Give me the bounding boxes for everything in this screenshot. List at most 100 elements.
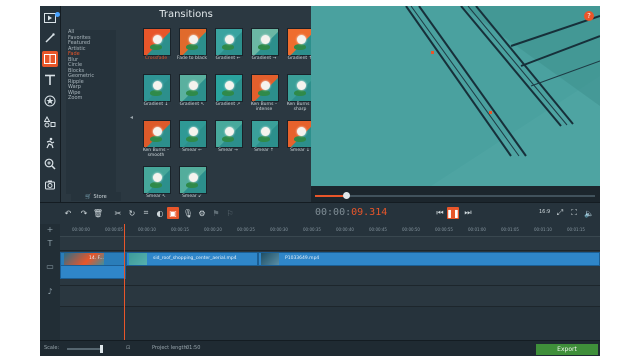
stabilize-tool-icon[interactable] — [42, 177, 58, 193]
transition-tile[interactable]: Ken Burns – smooth — [141, 120, 175, 160]
transition-label: Smear ↑ — [254, 148, 274, 153]
transition-tile[interactable]: Smear ↑ — [249, 120, 283, 160]
scale-slider[interactable] — [67, 348, 103, 350]
flower-shape — [225, 127, 234, 136]
marker-icon[interactable]: ⚑ — [210, 207, 222, 219]
add-track-icon[interactable]: + — [44, 225, 56, 234]
transition-label: Gradient ↓ — [143, 102, 169, 107]
clip-properties-icon[interactable]: ▣ — [167, 207, 179, 219]
next-frame-icon[interactable]: ⏭ — [462, 207, 474, 219]
collapse-arrow-icon[interactable]: ◂ — [130, 114, 133, 121]
ruler-tick-label: 00:01:10 — [534, 227, 552, 232]
title-track[interactable] — [60, 237, 600, 251]
leaf-shape — [222, 136, 234, 142]
screenshot-icon[interactable]: ⤢ — [554, 207, 566, 219]
zoom-tool-icon[interactable] — [42, 156, 58, 172]
transition-label: Gradient ← — [215, 56, 241, 61]
project-length-value: 01:50 — [186, 345, 201, 351]
transition-label: Gradient ↖ — [179, 102, 205, 107]
magic-wand-icon[interactable] — [42, 30, 58, 46]
pause-button[interactable]: ❚❚ — [446, 207, 460, 219]
leaf-shape — [222, 44, 234, 50]
notification-dot — [55, 12, 60, 17]
fullscreen-icon[interactable]: ⛶ — [568, 207, 580, 219]
video-track[interactable]: 14. F... sid_roof_shopping_center_aerial… — [60, 251, 600, 286]
transition-thumbnail — [143, 166, 171, 194]
preview-seek-bar[interactable] — [315, 192, 595, 199]
category-item[interactable]: Zoom — [66, 95, 116, 102]
previous-frame-icon[interactable]: ⏮ — [434, 207, 446, 219]
flower-shape — [297, 127, 306, 136]
clip-label: 14. F... — [89, 256, 104, 261]
video-track-icon: ▭ — [46, 262, 54, 271]
transition-tile[interactable]: Gradient → — [249, 28, 283, 68]
titles-tool-icon[interactable] — [42, 72, 58, 88]
transition-tile[interactable]: Smear ↖ — [141, 166, 175, 206]
transition-tile[interactable]: Crossfade — [141, 28, 175, 68]
cut-icon[interactable]: ✂ — [112, 207, 124, 219]
rotate-icon[interactable]: ↻ — [126, 207, 138, 219]
timeline-clip-1-audio[interactable] — [60, 265, 126, 279]
export-button[interactable]: Export — [536, 344, 598, 355]
flower-shape — [153, 173, 162, 182]
callouts-tool-icon[interactable] — [42, 114, 58, 130]
timeline-ruler[interactable]: 00:00:00 00:00:05 00:00:10 00:00:15 00:00:20… — [60, 224, 600, 237]
flower-shape — [225, 81, 234, 90]
transition-tile[interactable]: Smear ↙ — [177, 166, 211, 206]
undo-icon[interactable]: ↶ — [62, 207, 74, 219]
clip-thumbnail — [261, 253, 279, 265]
aspect-ratio-selector[interactable]: 16:9 — [539, 209, 550, 215]
crop-icon[interactable]: ⌗ — [140, 207, 152, 219]
flag-icon[interactable]: ⚐ — [224, 207, 236, 219]
ruler-tick-label: 00:00:50 — [402, 227, 420, 232]
transition-tile[interactable]: Gradient ↗ — [213, 74, 247, 114]
leaf-shape — [258, 136, 270, 142]
transition-tile[interactable]: Fade to black — [177, 28, 211, 68]
transition-tile[interactable]: Gradient ↓ — [141, 74, 175, 114]
transition-tile[interactable]: Ken Burns – intense — [249, 74, 283, 114]
transition-thumbnail — [143, 120, 171, 148]
store-button[interactable]: 🛒 Store — [71, 192, 121, 201]
color-adjust-icon[interactable]: ◐ — [154, 207, 166, 219]
transition-tile[interactable]: Smear ← — [177, 120, 211, 160]
flower-shape — [297, 81, 306, 90]
timeline-clip-3[interactable]: P1033649.mp4 — [258, 252, 600, 266]
redo-icon[interactable]: ↷ — [78, 207, 90, 219]
delete-icon[interactable]: 🗑 — [92, 207, 104, 219]
transition-tile[interactable]: Smear → — [213, 120, 247, 160]
audio-track[interactable] — [60, 286, 600, 307]
panel-title: Transitions — [159, 9, 213, 20]
timeline-clip-2[interactable]: sid_roof_shopping_center_aerial.mp4 — [126, 252, 258, 266]
transition-label: Ken Burns – intense — [250, 102, 278, 112]
fit-timeline-icon[interactable]: ⊡ — [126, 345, 130, 351]
leaf-shape — [258, 90, 270, 96]
playhead[interactable] — [124, 224, 125, 340]
seek-handle[interactable] — [342, 192, 350, 199]
import-media-icon[interactable] — [42, 10, 60, 26]
stickers-tool-icon[interactable] — [42, 93, 58, 109]
flower-shape — [189, 35, 198, 44]
timeline-clip-1[interactable]: 14. F... — [60, 252, 126, 266]
transition-thumbnail — [179, 28, 207, 56]
empty-track-area[interactable] — [60, 307, 600, 341]
transition-thumbnail — [215, 74, 243, 102]
volume-icon[interactable]: 🔈 — [583, 207, 595, 219]
transitions-tool-icon[interactable] — [42, 51, 58, 67]
transition-tile[interactable]: Gradient ← — [213, 28, 247, 68]
text-track-icon: T — [47, 239, 53, 248]
motion-tool-icon[interactable] — [42, 135, 58, 151]
transition-label: Smear ↖ — [146, 194, 166, 199]
microphone-icon[interactable]: 🎙 — [182, 207, 194, 219]
ruler-tick-label: 00:00:55 — [435, 227, 453, 232]
ruler-tick-label: 00:00:35 — [303, 227, 321, 232]
leaf-shape — [150, 44, 162, 50]
leaf-shape — [150, 136, 162, 142]
settings-gear-icon[interactable]: ⚙ — [196, 207, 208, 219]
transition-tile[interactable]: Gradient ↖ — [177, 74, 211, 114]
leaf-shape — [150, 182, 162, 188]
help-button[interactable]: ? — [584, 11, 594, 21]
flower-shape — [225, 35, 234, 44]
transition-thumbnail — [215, 120, 243, 148]
scale-slider-handle[interactable] — [100, 345, 103, 353]
ruler-tick-label: 00:01:00 — [468, 227, 486, 232]
